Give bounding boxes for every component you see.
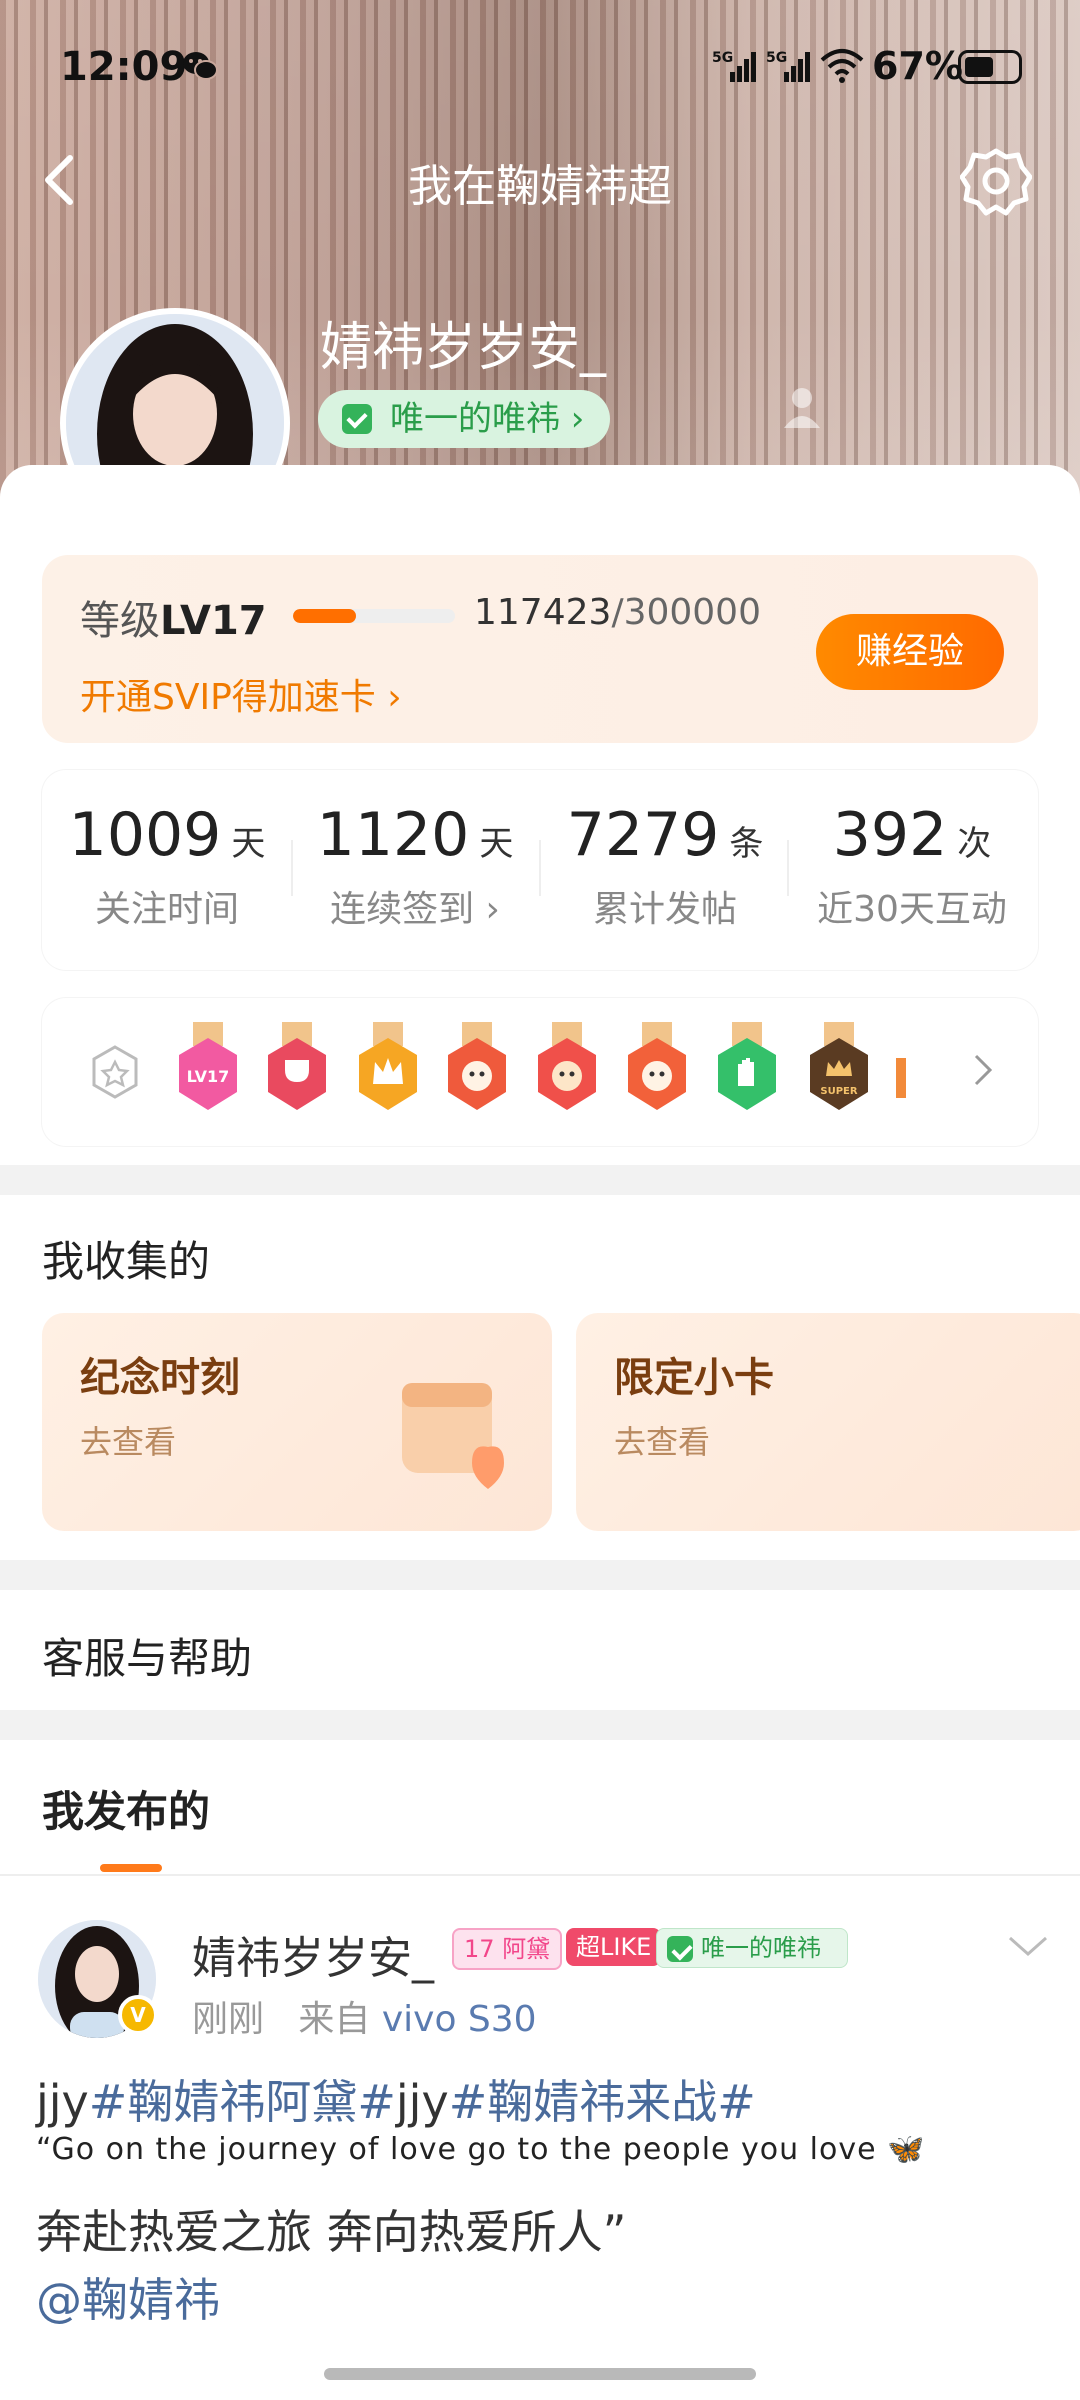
badge-cat-icon: [448, 1022, 506, 1110]
post-author-name[interactable]: 婧祎岁岁安_: [192, 1922, 434, 1986]
badge-partial-icon: [896, 1058, 906, 1098]
status-time: 12:09: [60, 44, 188, 90]
svip-link[interactable]: 开通SVIP得加速卡 ›: [80, 668, 402, 720]
hashtag[interactable]: #鞠婧祎来战#: [449, 2075, 756, 2129]
home-indicator[interactable]: [324, 2368, 756, 2380]
post-tag-badge: 唯一的唯祎: [656, 1928, 848, 1968]
tab-my-posts[interactable]: 我发布的: [42, 1778, 210, 1839]
signal-icon-2: [784, 52, 810, 82]
chevron-right-icon[interactable]: [970, 1050, 996, 1090]
signal-icon: [730, 52, 756, 82]
earn-exp-button[interactable]: 赚经验: [816, 614, 1004, 690]
collect-card-sub: 去查看: [614, 1423, 711, 1461]
svg-text:LV17: LV17: [187, 1067, 230, 1086]
profile-tag[interactable]: 唯一的唯祎 ›: [318, 390, 611, 448]
chevron-down-icon[interactable]: [1006, 1932, 1050, 1960]
post-meta: 刚刚 来自 vivo S30: [192, 1999, 537, 2040]
badge-super-icon: SUPER: [810, 1022, 868, 1110]
badge-lv17-icon: LV17: [179, 1022, 237, 1110]
post-mention[interactable]: @鞠婧祎: [36, 2264, 220, 2330]
verified-badge-icon: V: [118, 1995, 158, 2035]
post-text-line1: jjy#鞠婧祎阿黛#jjy#鞠婧祎来战#: [36, 2075, 756, 2129]
battery-percent: 67%: [872, 44, 963, 88]
collect-card-cards[interactable]: 限定小卡 去查看: [576, 1313, 1080, 1531]
badge-outline-icon: [92, 1045, 138, 1099]
badge-cat-flame-icon: [628, 1022, 686, 1110]
profile-name: 婧祎岁岁安_: [320, 318, 607, 378]
wechat-icon: [183, 52, 218, 80]
status-bar: 12:09 5G 5G 67%: [0, 0, 1080, 140]
collect-card-moments[interactable]: 纪念时刻 去查看: [42, 1313, 552, 1531]
superlike-badge: 超LIKE: [566, 1928, 662, 1966]
svg-text:SUPER: SUPER: [820, 1086, 857, 1097]
check-calendar-icon: [342, 404, 372, 434]
stat-posts: 7279 条累计发帖: [566, 800, 764, 930]
battery-icon: [958, 50, 1022, 84]
level-progress-bar: [293, 609, 455, 623]
profile-tag-label: 唯一的唯祎 ›: [390, 399, 585, 439]
page-title: 我在鞠婧祎超: [408, 161, 672, 212]
calendar-heart-icon: [402, 1383, 504, 1489]
wifi-icon: [820, 49, 864, 83]
stat-follow-days: 1009 天关注时间: [68, 800, 266, 930]
divider: [0, 1874, 1080, 1876]
badge-crown-icon: [359, 1022, 417, 1110]
level-points: 117423/300000: [474, 592, 761, 633]
badge-trophy-icon: [268, 1022, 326, 1110]
collect-title: 我收集的: [42, 1237, 211, 1286]
post-text-line3: 奔赴热爱之旅 奔向热爱所人”: [36, 2205, 627, 2259]
level-label: 等级LV17: [80, 598, 267, 644]
collect-card-title: 限定小卡: [614, 1355, 774, 1401]
badge-hand-icon: [718, 1022, 776, 1110]
collect-card-title: 纪念时刻: [80, 1355, 240, 1401]
hashtag[interactable]: #鞠婧祎阿黛#: [89, 2075, 396, 2129]
tab-indicator: [100, 1864, 162, 1872]
stat-interactions: 392 次近30天互动: [817, 800, 1007, 930]
level-value: LV17: [160, 598, 267, 644]
butterfly-icon: 🦋: [887, 2132, 926, 2167]
fan-level-badge: 17 阿黛: [452, 1928, 563, 1970]
person-icon: [784, 388, 820, 428]
post-text-line2: “Go on the journey of love go to the peo…: [36, 2132, 926, 2167]
help-title[interactable]: 客服与帮助: [42, 1625, 252, 1686]
badge-cat-red-icon: [538, 1022, 596, 1110]
collect-card-sub: 去查看: [80, 1423, 177, 1461]
settings-gear-icon[interactable]: [960, 145, 1032, 217]
stat-checkin-days[interactable]: 1120 天连续签到 ›: [290, 800, 540, 932]
